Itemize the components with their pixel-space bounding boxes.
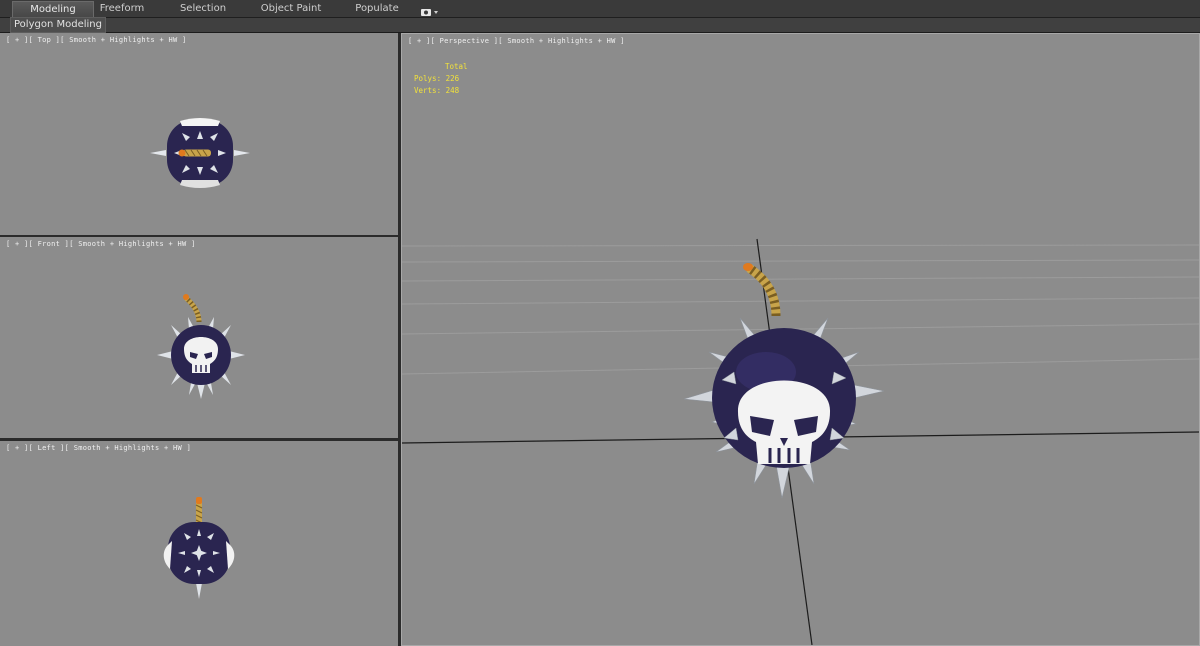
viewport-perspective-label[interactable]: [ + ][ Perspective ][ Smooth + Highlight… (408, 37, 625, 45)
tab-populate[interactable]: Populate (348, 1, 406, 16)
viewport-perspective[interactable]: [ + ][ Perspective ][ Smooth + Highlight… (401, 33, 1200, 646)
scene-statistics: Total Polys: 226 Verts: 248 (414, 61, 468, 97)
tab-selection[interactable]: Selection (170, 1, 236, 16)
bomb-top-view (150, 118, 250, 188)
stats-verts: Verts: 248 (414, 85, 468, 97)
stats-polys: Polys: 226 (414, 73, 468, 85)
stats-verts-label: Verts: (414, 86, 442, 95)
polygon-modeling-panel-button[interactable]: Polygon Modeling (10, 17, 106, 33)
camera-dropdown-icon[interactable] (420, 3, 440, 16)
bomb-left-view (163, 497, 235, 599)
tab-object-paint[interactable]: Object Paint (254, 1, 328, 16)
stats-polys-value: 226 (445, 74, 460, 83)
viewport-front[interactable]: [ + ][ Front ][ Smooth + Highlights + HW… (0, 237, 398, 438)
bomb-front-view (157, 294, 245, 399)
viewport-left[interactable]: [ + ][ Left ][ Smooth + Highlights + HW … (0, 441, 398, 646)
bomb-perspective-view (683, 263, 885, 499)
stats-verts-value: 248 (445, 86, 460, 95)
tab-modeling[interactable]: Modeling (12, 1, 94, 17)
ribbon-panel-bar: Polygon Modeling (0, 17, 1200, 33)
stats-total-label: Total (445, 62, 468, 71)
tab-freeform[interactable]: Freeform (88, 1, 156, 16)
stats-polys-label: Polys: (414, 74, 442, 83)
viewport-top[interactable]: [ + ][ Top ][ Smooth + Highlights + HW ] (0, 33, 398, 235)
ribbon-tab-bar: Modeling Freeform Selection Object Paint… (0, 0, 1200, 18)
